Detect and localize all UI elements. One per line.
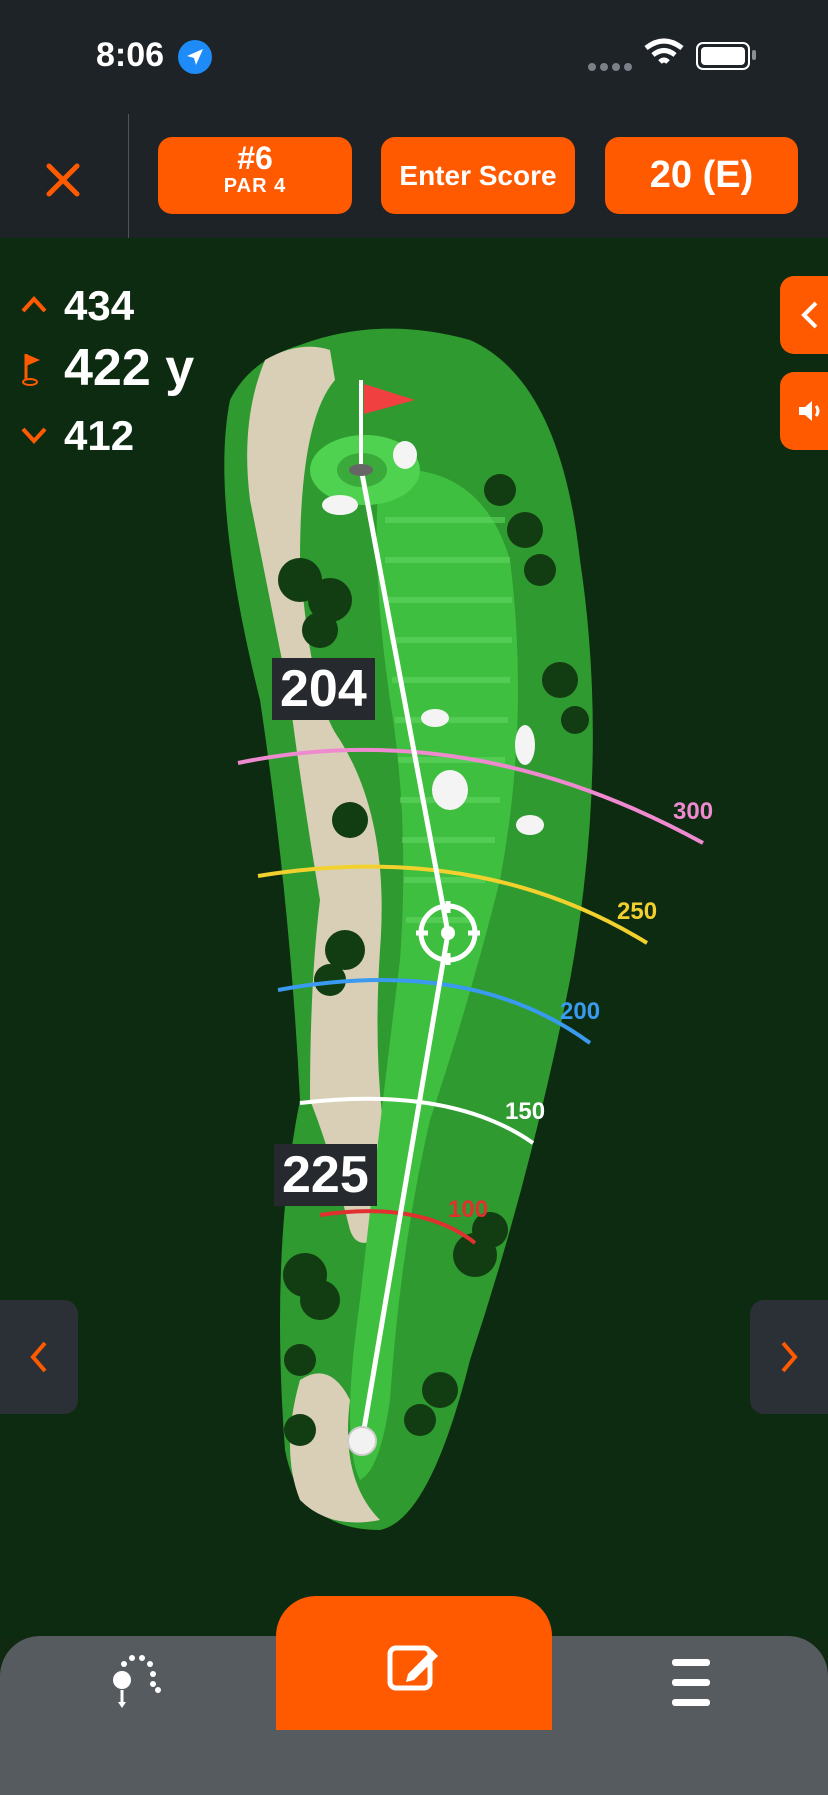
status-bar: 8:06 [0,0,828,110]
close-icon [46,163,80,197]
previous-hole-button[interactable] [0,1300,78,1414]
front-distance-value: 434 [64,282,135,329]
chevron-left-icon [801,301,818,329]
collapse-panel-button[interactable] [780,276,828,354]
hole-selector-button[interactable]: #6 PAR 4 [158,137,352,214]
arc-label-150: 150 [505,1098,546,1125]
chevron-right-icon [781,1341,798,1373]
header-divider [128,114,129,238]
flag-icon [20,352,44,394]
hole-number: #6 [237,140,273,176]
center-distance-value: 422 y [64,339,195,397]
chevron-down-icon [20,420,48,454]
close-button[interactable] [38,155,88,205]
speaker-icon [799,401,820,421]
arc-label-300: 300 [673,798,714,825]
yardage-to-pin-label: 204 [272,658,375,720]
enter-score-button[interactable]: Enter Score [381,137,575,214]
battery-icon [696,42,750,70]
shot-tracker-icon [113,1655,161,1708]
chevron-up-icon [20,288,48,322]
next-hole-button[interactable] [750,1300,828,1414]
back-distance-value: 412 [64,412,135,459]
audio-button[interactable] [780,372,828,450]
shot-tracker-tab[interactable] [108,1650,168,1721]
wifi-icon [644,38,684,73]
edit-scorecard-tab[interactable] [276,1596,552,1730]
status-time: 8:06 [96,36,165,74]
edit-scorecard-icon [387,1645,438,1691]
menu-icon [672,1659,710,1706]
battery-cap [752,50,756,60]
total-score-button[interactable]: 20 (E) [605,137,798,214]
yardage-from-ball-label: 225 [274,1144,377,1206]
hole-par: PAR 4 [223,175,287,197]
menu-tab[interactable] [668,1655,714,1716]
chevron-left-icon [30,1341,47,1373]
cellular-signal-icon [588,58,636,76]
arc-label-200: 200 [560,998,601,1025]
arc-label-100: 100 [448,1196,489,1223]
hole-header: #6 PAR 4 Enter Score 20 (E) [0,110,828,238]
location-arrow-icon [178,40,212,74]
arc-label-250: 250 [617,898,658,925]
